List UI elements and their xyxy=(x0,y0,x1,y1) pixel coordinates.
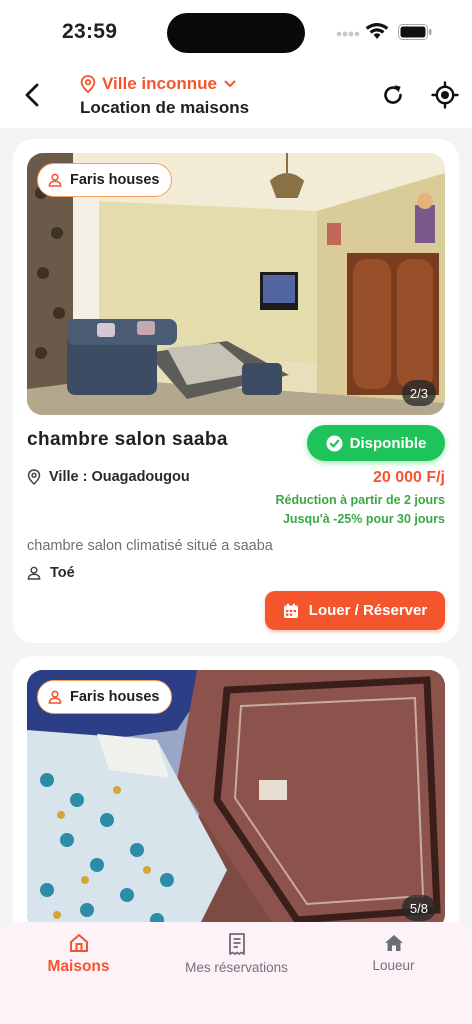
discount-note: Réduction à partir de 2 jours xyxy=(275,493,445,507)
my-location-icon[interactable] xyxy=(431,81,459,109)
owner-name: Faris houses xyxy=(70,172,160,188)
tab-loueur-label: Loueur xyxy=(372,958,415,973)
listing-city: Ville : Ouagadougou xyxy=(27,469,190,485)
user-icon xyxy=(48,173,62,187)
listing-photo[interactable]: Faris houses 2/3 xyxy=(27,153,445,415)
tab-maisons-label: Maisons xyxy=(47,958,110,975)
user-icon xyxy=(27,566,41,580)
user-icon xyxy=(48,690,62,704)
book-button-label: Louer / Réserver xyxy=(308,602,428,619)
listing-photo[interactable]: Faris houses 5/8 xyxy=(27,670,445,930)
wifi-icon xyxy=(365,23,389,39)
page-title: Location de maisons xyxy=(80,98,250,117)
tab-loueur[interactable]: Loueur xyxy=(315,932,472,973)
tab-reservations[interactable]: Mes réservations xyxy=(158,932,315,975)
dynamic-island xyxy=(167,13,305,53)
tab-maisons[interactable]: Maisons xyxy=(0,932,157,976)
home-icon xyxy=(69,934,88,952)
location-pin-icon xyxy=(80,75,96,93)
availability-badge: Disponible xyxy=(307,425,445,461)
check-circle-icon xyxy=(326,435,343,451)
owner-badge[interactable]: Faris houses xyxy=(37,163,173,197)
listing-host: Toé xyxy=(27,565,75,581)
receipt-icon xyxy=(228,933,245,955)
app-header: Ville inconnue Location de maisons xyxy=(0,62,472,128)
listing-price: 20 000 F/j xyxy=(372,469,445,486)
owner-badge[interactable]: Faris houses xyxy=(37,680,173,714)
house-icon xyxy=(384,935,403,951)
chevron-down-icon xyxy=(224,80,236,87)
refresh-icon[interactable] xyxy=(380,82,406,108)
owner-name: Faris houses xyxy=(70,689,160,705)
listing-city-label: Ville : Ouagadougou xyxy=(49,469,190,485)
bottom-tab-bar: Maisons Mes réservations Loueur xyxy=(0,922,472,1024)
tab-reservations-label: Mes réservations xyxy=(185,960,288,975)
listing-title: chambre salon saaba xyxy=(27,429,228,450)
battery-icon xyxy=(398,24,432,40)
listing-card[interactable]: Faris houses 2/3 chambre salon saaba Dis… xyxy=(13,139,459,643)
listing-description: chambre salon climatisé situé a saaba xyxy=(27,538,273,554)
city-label: Ville inconnue xyxy=(102,74,217,93)
back-arrow-icon[interactable] xyxy=(18,80,48,110)
city-selector[interactable]: Ville inconnue xyxy=(80,74,237,94)
book-button[interactable]: Louer / Réserver xyxy=(265,591,445,630)
discount-max-note: Jusqu'à -25% pour 30 jours xyxy=(282,512,445,526)
photo-counter: 5/8 xyxy=(401,895,436,921)
status-bar: 23:59 xyxy=(0,0,472,62)
calendar-icon xyxy=(283,603,298,618)
photo-counter: 2/3 xyxy=(401,380,436,406)
listing-card[interactable]: Faris houses 5/8 xyxy=(13,656,459,956)
host-name: Toé xyxy=(50,565,75,581)
location-pin-icon xyxy=(27,469,41,485)
cellular-signal-icon xyxy=(336,31,360,37)
status-time: 23:59 xyxy=(62,20,118,43)
availability-label: Disponible xyxy=(349,434,427,452)
